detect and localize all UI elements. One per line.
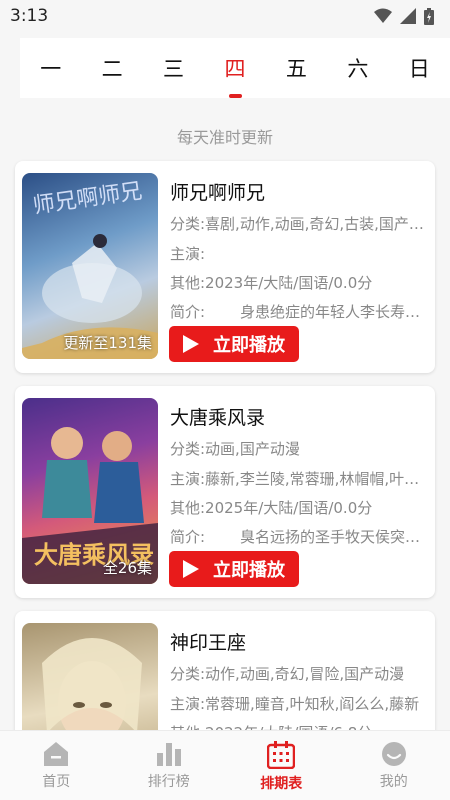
tab-monday[interactable]: 一 <box>20 38 81 98</box>
signal-icon <box>400 8 416 24</box>
anime-title[interactable]: 神印王座 <box>170 628 246 655</box>
play-icon <box>183 335 199 353</box>
intro-label: 简介: <box>170 303 206 321</box>
poster-image[interactable]: 大唐乘风录 全26集 <box>22 398 158 584</box>
play-label: 立即播放 <box>213 335 285 356</box>
tab-wednesday[interactable]: 三 <box>143 38 204 98</box>
play-icon <box>183 560 199 578</box>
poster-image[interactable]: 师兄啊师兄 更新至131集 <box>22 173 158 359</box>
anime-other-info: 其他:2023年/大陆/国语/0.0分 <box>170 274 373 292</box>
intro-text: 身患绝症的年轻人李长寿穿越到修仙世界 <box>240 303 428 321</box>
anime-intro: 简介: 臭名远扬的圣手牧天侯突然现身 <box>170 526 428 547</box>
play-button[interactable]: 立即播放 <box>169 326 299 362</box>
nav-label: 排期表 <box>260 776 303 792</box>
schedule-subtitle: 每天准时更新 <box>176 128 273 147</box>
nav-label: 首页 <box>42 774 71 790</box>
profile-icon <box>381 742 406 766</box>
intro-text: 臭名远扬的圣手牧天侯突然现身 <box>240 528 428 546</box>
anime-cast: 主演: <box>170 245 206 263</box>
anime-category: 分类:动画,国产动漫 <box>170 440 300 458</box>
nav-home[interactable]: 首页 <box>0 731 113 800</box>
nav-profile[interactable]: 我的 <box>338 731 450 800</box>
anime-intro: 简介: 身患绝症的年轻人李长寿穿越到修仙世界 <box>170 301 428 322</box>
nav-label: 我的 <box>379 774 408 790</box>
weekday-tabs: 一 二 三 四 五 六 日 <box>20 38 450 98</box>
wifi-icon <box>374 8 392 23</box>
nav-label: 排行榜 <box>147 774 190 790</box>
tab-thursday[interactable]: 四 <box>204 38 265 98</box>
bottom-nav: 首页 排行榜 排期表 我的 <box>0 730 450 800</box>
intro-label: 简介: <box>170 528 206 546</box>
home-icon <box>44 742 69 766</box>
play-button[interactable]: 立即播放 <box>169 551 299 587</box>
anime-cast: 主演:藤新,李兰陵,常蓉珊,林帽帽,叶知秋 <box>170 470 428 488</box>
nav-schedule[interactable]: 排期表 <box>225 731 338 800</box>
nav-ranking[interactable]: 排行榜 <box>113 731 226 800</box>
battery-icon <box>424 7 434 25</box>
anime-category: 分类:喜剧,动作,动画,奇幻,古装,国产动漫 <box>170 215 428 233</box>
ranking-icon <box>156 743 181 766</box>
episode-badge: 全26集 <box>102 559 152 577</box>
tab-friday[interactable]: 五 <box>266 38 327 98</box>
play-label: 立即播放 <box>213 560 285 581</box>
anime-category: 分类:动作,动画,奇幻,冒险,国产动漫 <box>170 665 405 683</box>
anime-card[interactable]: 师兄啊师兄 更新至131集 师兄啊师兄 分类:喜剧,动作,动画,奇幻,古装,国产… <box>15 161 435 373</box>
anime-title[interactable]: 师兄啊师兄 <box>170 178 265 205</box>
status-icons <box>374 7 434 25</box>
anime-other-info: 其他:2025年/大陆/国语/0.0分 <box>170 499 373 517</box>
calendar-icon <box>267 741 296 769</box>
status-time: 3:13 <box>10 6 49 26</box>
anime-card[interactable]: 大唐乘风录 全26集 大唐乘风录 分类:动画,国产动漫 主演:藤新,李兰陵,常蓉… <box>15 386 435 598</box>
anime-cast: 主演:常蓉珊,瞳音,叶知秋,阎么么,藤新 <box>170 695 420 713</box>
tab-sunday[interactable]: 日 <box>389 38 450 98</box>
episode-badge: 更新至131集 <box>63 334 152 352</box>
tab-tuesday[interactable]: 二 <box>81 38 142 98</box>
svg-text:师兄啊师兄: 师兄啊师兄 <box>31 179 143 219</box>
status-bar: 3:13 <box>0 0 450 32</box>
tab-saturday[interactable]: 六 <box>327 38 388 98</box>
anime-title[interactable]: 大唐乘风录 <box>170 403 265 430</box>
